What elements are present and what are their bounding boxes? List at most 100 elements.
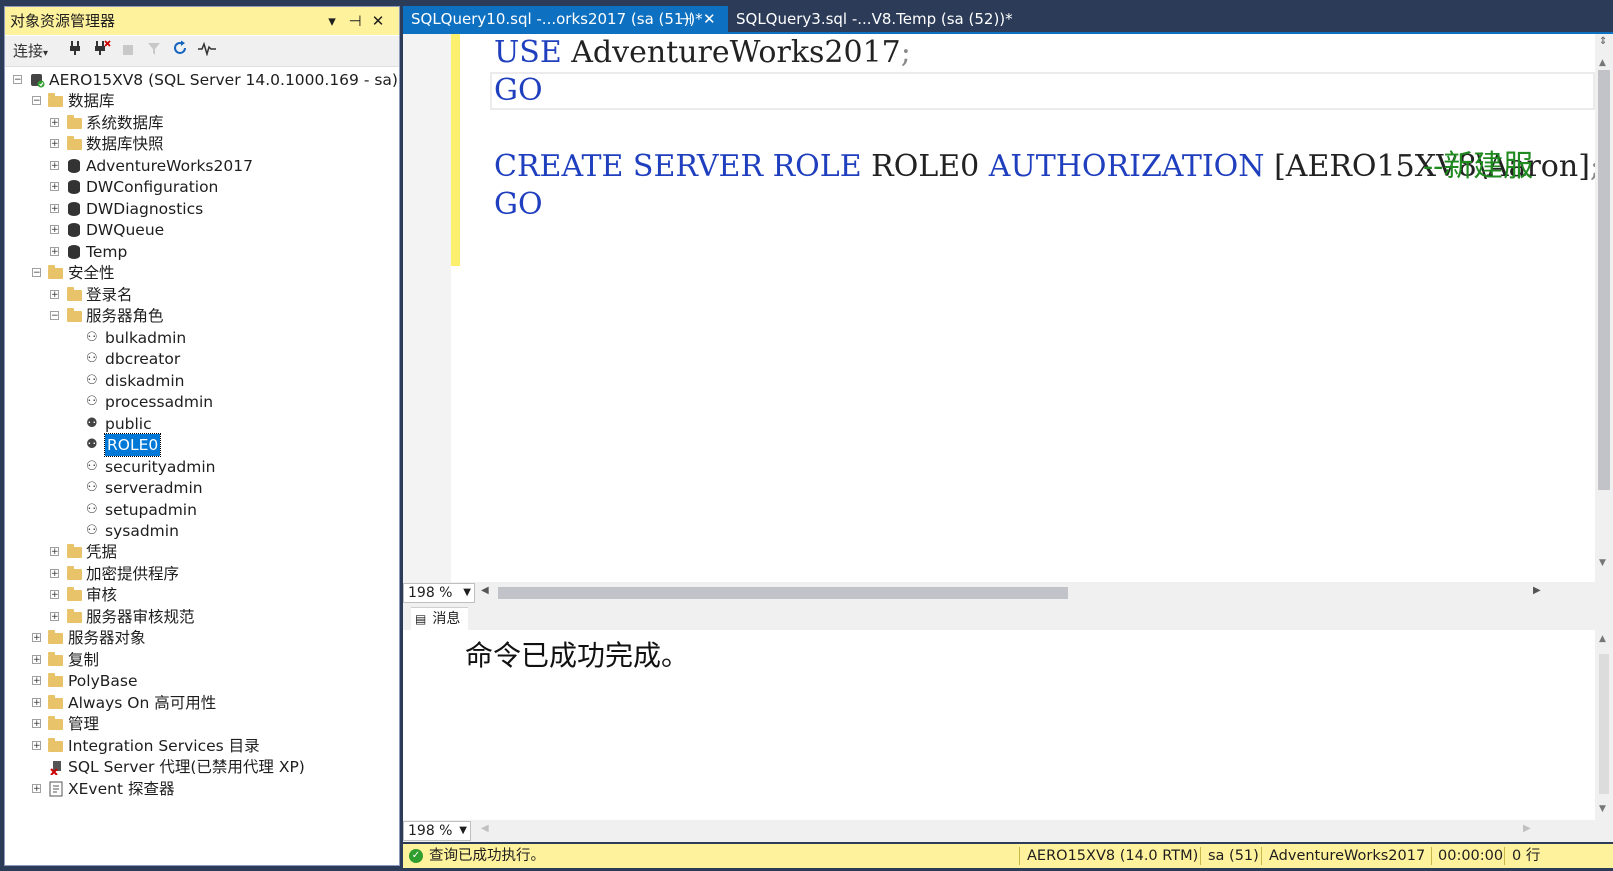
scroll-up-icon[interactable]: ▲ xyxy=(1599,634,1606,644)
folder-icon xyxy=(67,566,82,580)
tree-label: 安全性 xyxy=(68,264,115,282)
connect-plug-icon[interactable] xyxy=(65,39,85,63)
server-role-icon: ⚇ xyxy=(86,480,98,495)
collapse-icon[interactable]: − xyxy=(32,268,41,278)
server-role-icon: ⚇ xyxy=(86,459,98,474)
database-icon xyxy=(68,245,80,259)
query-editor[interactable]: USE AdventureWorks2017; GO CREATE SERVER… xyxy=(403,34,1600,582)
tree-label: 审核 xyxy=(86,586,118,604)
folder-icon xyxy=(48,716,63,730)
keyword: CREATE xyxy=(494,149,624,184)
expand-icon[interactable]: + xyxy=(32,719,41,729)
expand-icon[interactable]: + xyxy=(50,590,59,600)
collapse-icon[interactable]: − xyxy=(32,96,41,106)
tab-sqlquery10[interactable]: SQLQuery10.sql -...orks2017 (sa (51))* ⊣… xyxy=(403,6,728,32)
scroll-thumb[interactable] xyxy=(1598,70,1610,490)
window-menu-icon[interactable]: ▾ xyxy=(322,7,342,35)
pin-icon[interactable]: ⊣ xyxy=(345,7,365,35)
messages-icon: ▤ xyxy=(415,612,427,626)
tab-sqlquery3[interactable]: SQLQuery3.sql -...V8.Temp (sa (52))* xyxy=(728,6,1036,32)
expand-icon[interactable]: + xyxy=(50,118,59,128)
filter-icon[interactable] xyxy=(145,39,163,63)
pin-icon[interactable]: ⊣ xyxy=(679,6,692,32)
chevron-down-icon: ▼ xyxy=(459,825,467,836)
status-time: 00:00:00 xyxy=(1438,848,1504,864)
database-icon xyxy=(68,159,80,173)
tree-label: processadmin xyxy=(105,393,214,411)
tree-label: DWQueue xyxy=(86,221,165,239)
collapse-icon[interactable]: − xyxy=(50,311,59,321)
editor-gutter xyxy=(403,34,451,582)
expand-icon[interactable]: + xyxy=(50,204,59,214)
tree-label: Always On 高可用性 xyxy=(68,694,217,712)
expand-icon[interactable]: + xyxy=(50,247,59,257)
results-vertical-scrollbar[interactable]: ▲ ▼ xyxy=(1595,630,1613,820)
expand-icon[interactable]: + xyxy=(50,139,59,149)
scroll-down-icon[interactable]: ▼ xyxy=(1599,558,1606,568)
collapse-icon[interactable]: − xyxy=(13,75,22,85)
close-icon[interactable]: ✕ xyxy=(703,6,716,32)
results-zoom-dropdown[interactable]: 198 % ▼ xyxy=(403,821,471,841)
current-line-highlight xyxy=(490,72,1595,110)
refresh-icon[interactable] xyxy=(171,39,189,63)
keyword: GO xyxy=(494,187,543,222)
tree-label: 数据库快照 xyxy=(86,135,164,153)
folder-icon xyxy=(67,609,82,623)
expand-icon[interactable]: + xyxy=(50,290,59,300)
connect-button[interactable]: 连接▾ xyxy=(13,39,57,63)
disconnect-icon[interactable] xyxy=(91,39,113,63)
expand-icon[interactable]: + xyxy=(50,225,59,235)
folder-icon xyxy=(48,695,63,709)
object-explorer-title: 对象资源管理器 xyxy=(10,12,116,30)
punctuation: ; xyxy=(900,35,911,70)
expand-icon[interactable]: + xyxy=(50,161,59,171)
scroll-thumb[interactable] xyxy=(498,587,1068,599)
stop-icon[interactable] xyxy=(119,39,137,63)
scroll-right-icon[interactable]: ▶ xyxy=(1533,585,1541,596)
change-indicator xyxy=(451,34,460,266)
tree-label: Temp xyxy=(86,243,128,261)
folder-icon xyxy=(48,93,63,107)
tree-label: setupadmin xyxy=(105,501,197,519)
expand-icon[interactable]: + xyxy=(32,676,41,686)
keyword: ROLE xyxy=(772,149,862,184)
scroll-down-icon[interactable]: ▼ xyxy=(1599,804,1606,814)
scroll-thumb[interactable] xyxy=(1599,654,1609,794)
expand-icon[interactable]: + xyxy=(32,655,41,665)
expand-icon[interactable]: + xyxy=(50,182,59,192)
tree-label: XEvent 探查器 xyxy=(68,780,175,798)
code-line: GO xyxy=(494,186,543,224)
split-icon[interactable]: ⇕ xyxy=(1599,36,1607,47)
scroll-left-icon[interactable]: ◀ xyxy=(481,585,489,596)
object-explorer-panel: 对象资源管理器 ▾ ⊣ ✕ 连接▾ − AERO15XV8 (SQL Serve… xyxy=(4,6,400,866)
status-bar: ✓ 查询已成功执行。 AERO15XV8 (14.0 RTM) sa (51) … xyxy=(403,844,1613,868)
status-divider xyxy=(1019,847,1020,865)
close-icon[interactable]: ✕ xyxy=(368,7,388,35)
tab-label: SQLQuery10.sql -...orks2017 (sa (51))* xyxy=(411,10,703,28)
tree-label: 服务器审核规范 xyxy=(86,608,195,626)
expand-icon[interactable]: + xyxy=(32,784,41,794)
object-explorer-toolbar: 连接▾ xyxy=(5,36,399,67)
expand-icon[interactable]: + xyxy=(32,741,41,751)
status-message: 查询已成功执行。 xyxy=(429,848,545,864)
identifier: AdventureWorks2017 xyxy=(561,35,901,70)
chevron-down-icon: ▼ xyxy=(463,587,471,598)
xevent-profiler-icon xyxy=(49,781,65,797)
scroll-left-icon[interactable]: ◀ xyxy=(481,823,489,834)
folder-icon xyxy=(48,630,63,644)
expand-icon[interactable]: + xyxy=(32,633,41,643)
user-role-icon: ⚉ xyxy=(86,416,98,431)
scroll-up-icon[interactable]: ▲ xyxy=(1599,58,1606,68)
editor-zoom-dropdown[interactable]: 198 % ▼ xyxy=(403,583,475,603)
expand-icon[interactable]: + xyxy=(32,698,41,708)
expand-icon[interactable]: + xyxy=(50,569,59,579)
expand-icon[interactable]: + xyxy=(50,547,59,557)
tab-messages[interactable]: ▤ 消息 xyxy=(411,607,469,630)
expand-icon[interactable]: + xyxy=(50,612,59,622)
tab-label: SQLQuery3.sql -...V8.Temp (sa (52))* xyxy=(736,10,1013,28)
server-icon xyxy=(29,72,45,88)
folder-icon xyxy=(67,544,82,558)
scroll-right-icon[interactable]: ▶ xyxy=(1523,823,1531,834)
folder-icon xyxy=(67,136,82,150)
activity-monitor-icon[interactable] xyxy=(197,39,217,63)
